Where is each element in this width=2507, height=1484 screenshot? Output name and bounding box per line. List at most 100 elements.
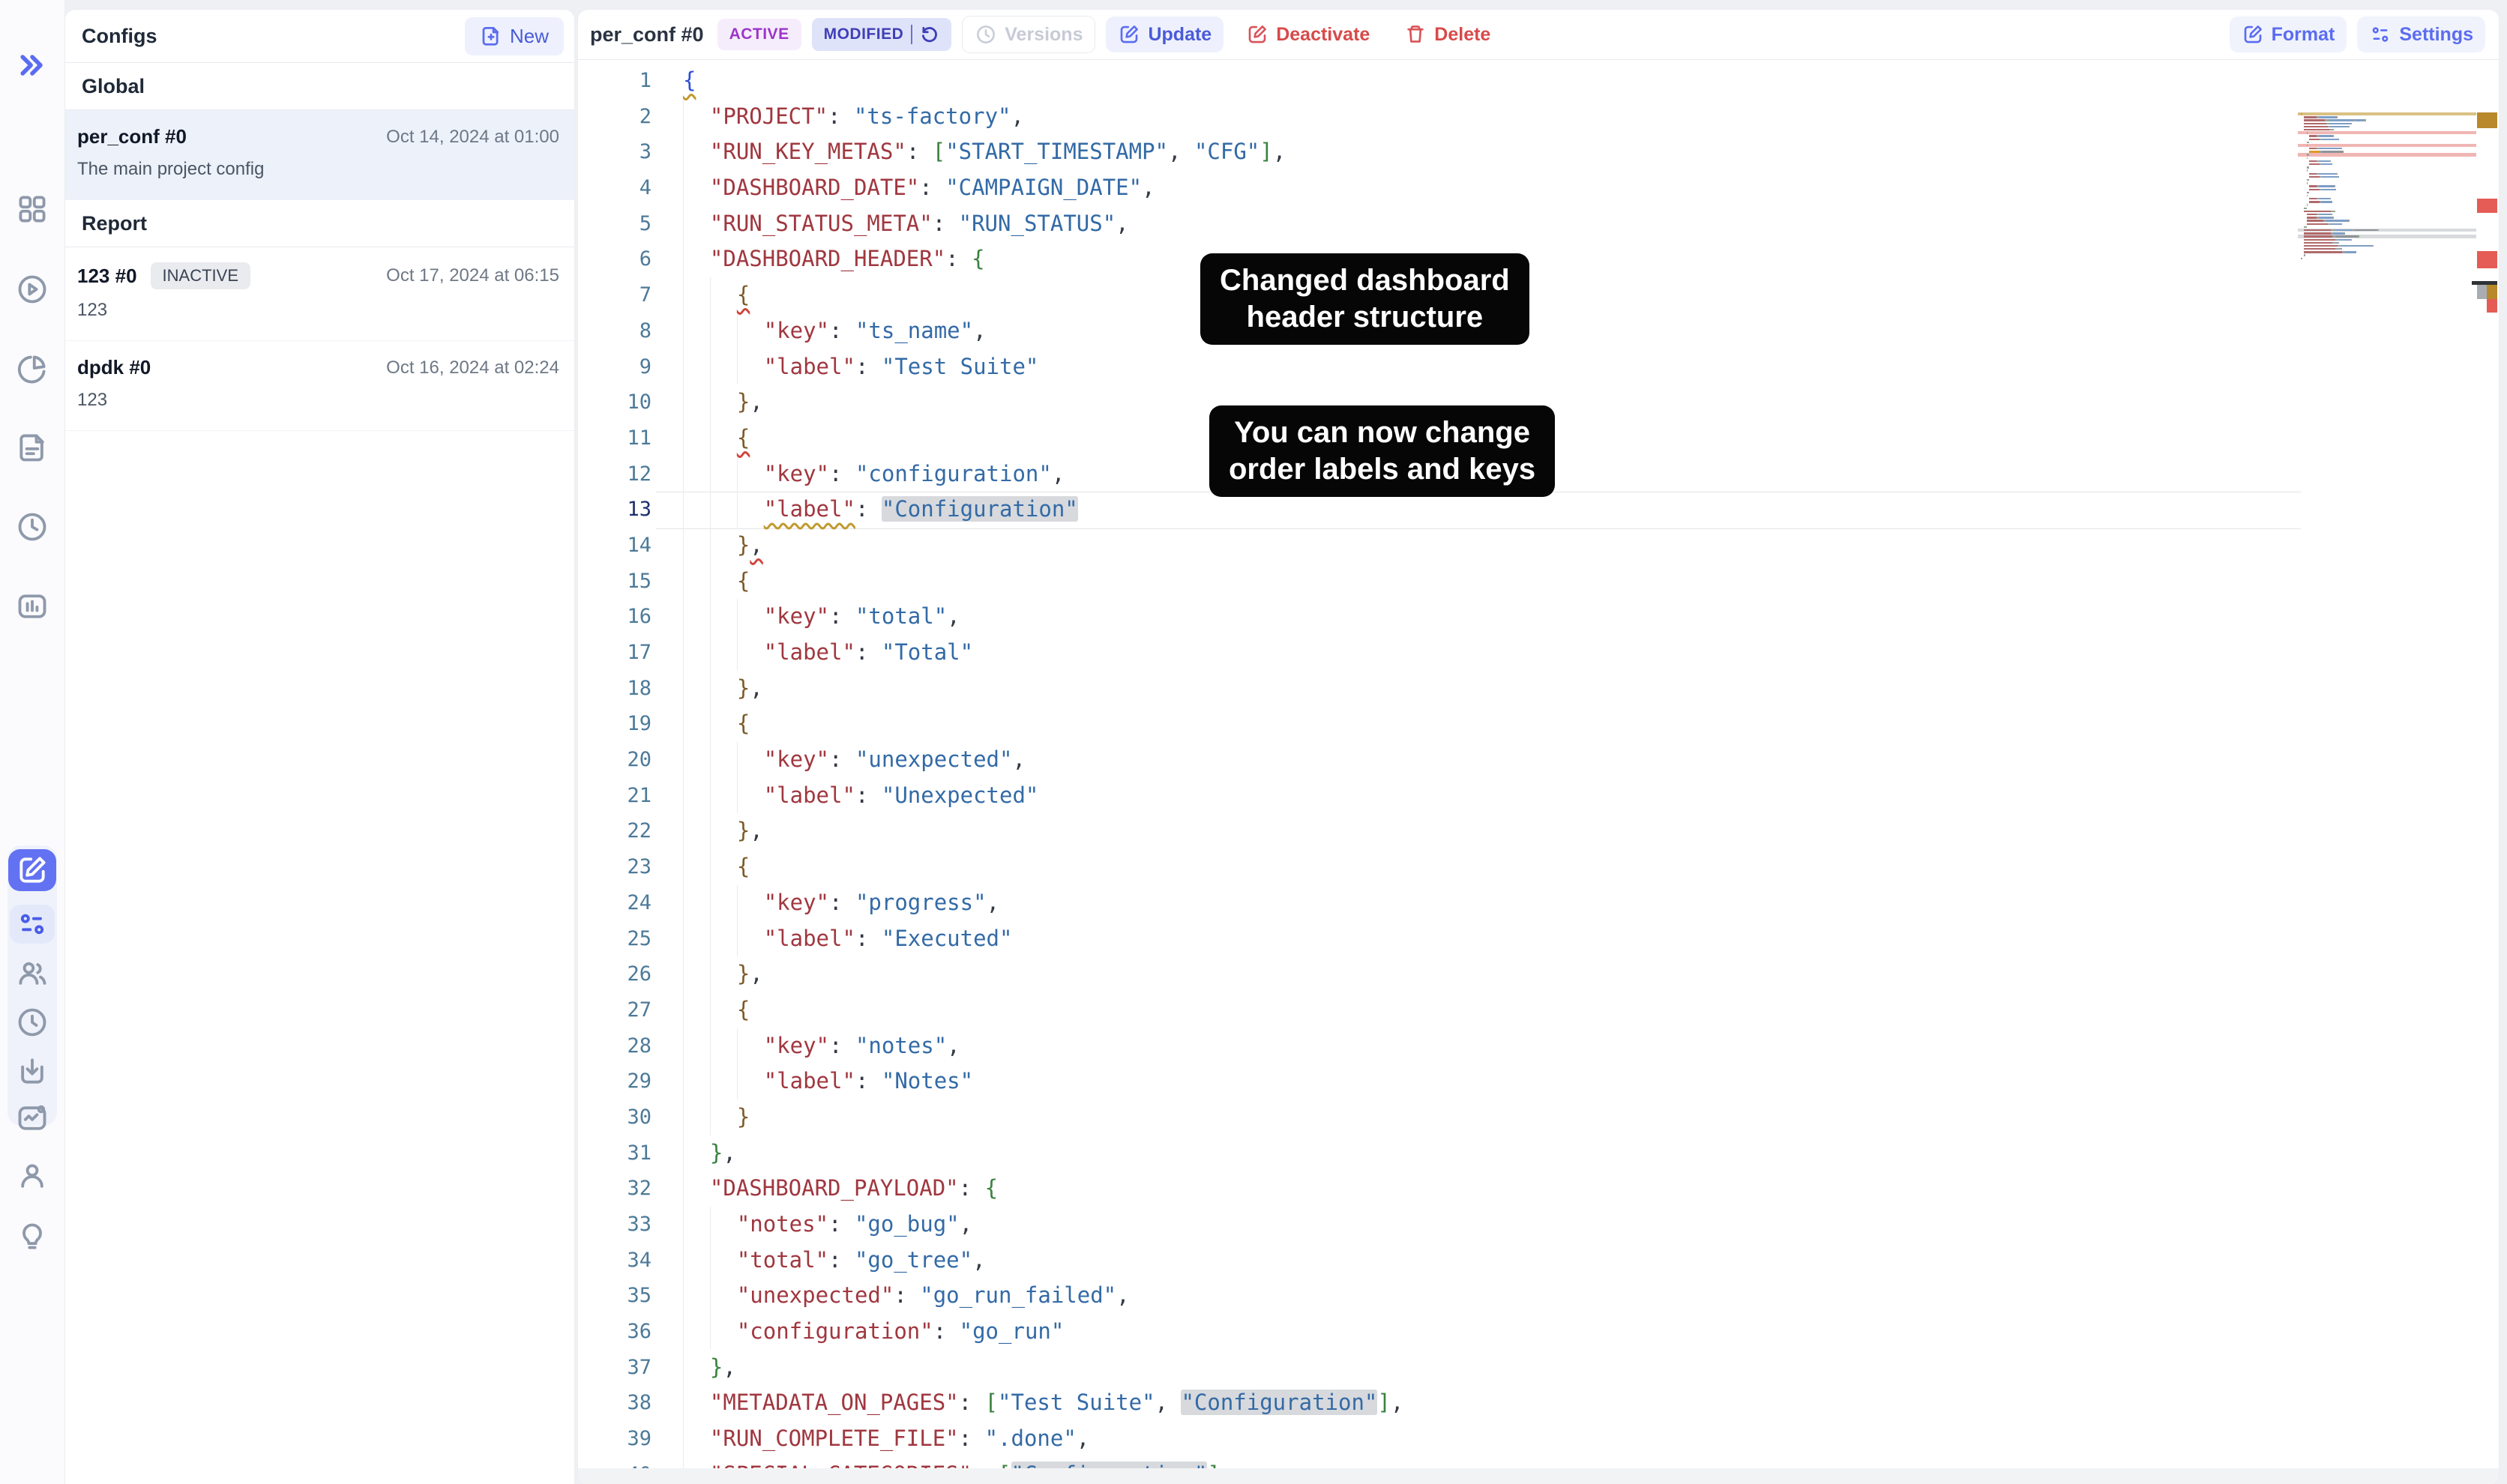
code-line[interactable]: }, — [683, 671, 2296, 707]
deactivate-button[interactable]: Deactivate — [1234, 16, 1382, 52]
config-list-item[interactable]: 123 #0 INACTIVE Oct 17, 2024 at 06:15 12… — [65, 247, 574, 341]
code-line[interactable]: }, — [683, 528, 2296, 564]
line-number: 8 — [578, 313, 651, 349]
bar-chart-icon[interactable] — [15, 589, 49, 624]
line-number: 26 — [578, 956, 651, 992]
edit-config-icon[interactable] — [8, 849, 56, 891]
code-line[interactable]: "key": "progress", — [683, 885, 2296, 921]
clock-icon[interactable] — [15, 510, 49, 544]
editor-minimap[interactable] — [2301, 112, 2473, 260]
line-number: 27 — [578, 992, 651, 1028]
code-line[interactable]: { — [683, 849, 2296, 885]
code-line[interactable]: { — [683, 63, 2296, 99]
json-code-editor[interactable]: 1234567891011121314151617181920212223242… — [578, 60, 2499, 1468]
line-number: 24 — [578, 885, 651, 921]
line-number: 19 — [578, 706, 651, 742]
code-line[interactable]: "total": "go_tree", — [683, 1243, 2296, 1279]
versions-clock-icon — [975, 23, 997, 46]
code-line[interactable]: "key": "unexpected", — [683, 742, 2296, 778]
horizontal-scrollbar[interactable] — [578, 1468, 2499, 1484]
app-root: Configs New Global per_conf #0 Oct 14, 2… — [0, 0, 2507, 1484]
code-line[interactable]: "PROJECT": "ts-factory", — [683, 99, 2296, 135]
line-number: 20 — [578, 742, 651, 778]
code-line[interactable]: "DASHBOARD_DATE": "CAMPAIGN_DATE", — [683, 170, 2296, 206]
code-line[interactable]: "label": "Executed" — [683, 921, 2296, 957]
code-line[interactable]: "configuration": "go_run" — [683, 1314, 2296, 1350]
code-line[interactable]: { — [683, 992, 2296, 1028]
line-number: 1 — [578, 63, 651, 99]
code-line[interactable]: "label": "Total" — [683, 635, 2296, 671]
config-item-name: dpdk #0 — [77, 356, 151, 379]
import-download-icon[interactable] — [15, 1054, 49, 1088]
settings-button[interactable]: Settings — [2357, 16, 2485, 52]
edit-pencil-icon — [1118, 23, 1140, 46]
code-line[interactable]: } — [683, 1100, 2296, 1135]
config-list-item[interactable]: dpdk #0 Oct 16, 2024 at 02:24 123 — [65, 341, 574, 431]
format-pencil-icon — [2242, 23, 2264, 46]
line-number: 14 — [578, 528, 651, 564]
code-line[interactable]: "RUN_COMPLETE_FILE": ".done", — [683, 1421, 2296, 1457]
code-line[interactable]: "label": "Notes" — [683, 1064, 2296, 1100]
history-clock-icon[interactable] — [15, 1005, 49, 1040]
ruler-marker-error — [2477, 199, 2497, 213]
line-number: 17 — [578, 635, 651, 671]
config-item-description: 123 — [77, 300, 559, 321]
code-line[interactable]: "unexpected": "go_run_failed", — [683, 1278, 2296, 1314]
delete-button[interactable]: Delete — [1392, 16, 1502, 52]
play-circle-icon[interactable] — [15, 272, 49, 307]
line-number: 33 — [578, 1207, 651, 1243]
code-line[interactable]: }, — [683, 813, 2296, 849]
line-number: 23 — [578, 849, 651, 885]
code-line[interactable]: "notes": "go_bug", — [683, 1207, 2296, 1243]
update-button[interactable]: Update — [1106, 16, 1224, 52]
pie-chart-icon[interactable] — [15, 352, 49, 386]
code-line[interactable]: "key": "total", — [683, 599, 2296, 635]
line-number: 5 — [578, 206, 651, 242]
code-line[interactable]: "label": "Configuration" — [683, 492, 2296, 528]
code-line[interactable]: "key": "notes", — [683, 1028, 2296, 1064]
user-icon[interactable] — [15, 1159, 49, 1193]
ruler-marker-warning — [2477, 112, 2497, 128]
line-number: 3 — [578, 134, 651, 170]
code-line[interactable]: "RUN_KEY_METAS": ["START_TIMESTAMP", "CF… — [683, 134, 2296, 170]
code-line[interactable]: "label": "Test Suite" — [683, 349, 2296, 385]
file-text-icon[interactable] — [15, 430, 49, 465]
line-number: 16 — [578, 599, 651, 635]
config-item-name: 123 #0 — [77, 265, 137, 288]
line-number: 2 — [578, 99, 651, 135]
code-line[interactable]: }, — [683, 1350, 2296, 1386]
config-list-item[interactable]: per_conf #0 Oct 14, 2024 at 01:00 The ma… — [65, 110, 574, 200]
configs-panel: Configs New Global per_conf #0 Oct 14, 2… — [64, 9, 575, 1484]
code-line[interactable]: { — [683, 706, 2296, 742]
code-line[interactable]: "METADATA_ON_PAGES": ["Test Suite", "Con… — [683, 1385, 2296, 1421]
format-button[interactable]: Format — [2230, 16, 2347, 52]
config-item-date: Oct 16, 2024 at 02:24 — [386, 358, 559, 378]
new-config-label: New — [510, 25, 549, 48]
line-number: 18 — [578, 671, 651, 707]
users-icon[interactable] — [15, 956, 49, 991]
lightbulb-icon[interactable] — [15, 1219, 49, 1253]
line-number: 31 — [578, 1135, 651, 1171]
revert-icon[interactable] — [920, 25, 939, 44]
code-line[interactable]: }, — [683, 1135, 2296, 1171]
code-line[interactable]: { — [683, 564, 2296, 600]
code-line[interactable]: "SPECIAL_CATEGORIES": ["Configuration"] — [683, 1457, 2296, 1468]
overview-ruler — [2477, 109, 2497, 1452]
line-number: 32 — [578, 1171, 651, 1207]
dashboard-grid-icon[interactable] — [15, 192, 49, 226]
versions-button[interactable]: Versions — [962, 16, 1095, 53]
config-settings-icon[interactable] — [10, 905, 55, 944]
code-line[interactable]: "DASHBOARD_PAYLOAD": { — [683, 1171, 2296, 1207]
code-line[interactable]: "RUN_STATUS_META": "RUN_STATUS", — [683, 206, 2296, 242]
editor-toolbar: per_conf #0 ACTIVE MODIFIED Versions Upd… — [578, 10, 2499, 60]
activity-chart-icon[interactable] — [15, 1100, 49, 1135]
ruler-marker-selection — [2477, 285, 2487, 299]
code-line[interactable]: "label": "Unexpected" — [683, 778, 2296, 814]
sliders-icon — [2369, 23, 2392, 46]
line-number: 4 — [578, 170, 651, 206]
config-item-date: Oct 14, 2024 at 01:00 — [386, 127, 559, 148]
chevrons-right-icon[interactable] — [15, 48, 49, 82]
code-line[interactable]: }, — [683, 956, 2296, 992]
line-number: 29 — [578, 1064, 651, 1100]
new-config-button[interactable]: New — [465, 17, 564, 55]
